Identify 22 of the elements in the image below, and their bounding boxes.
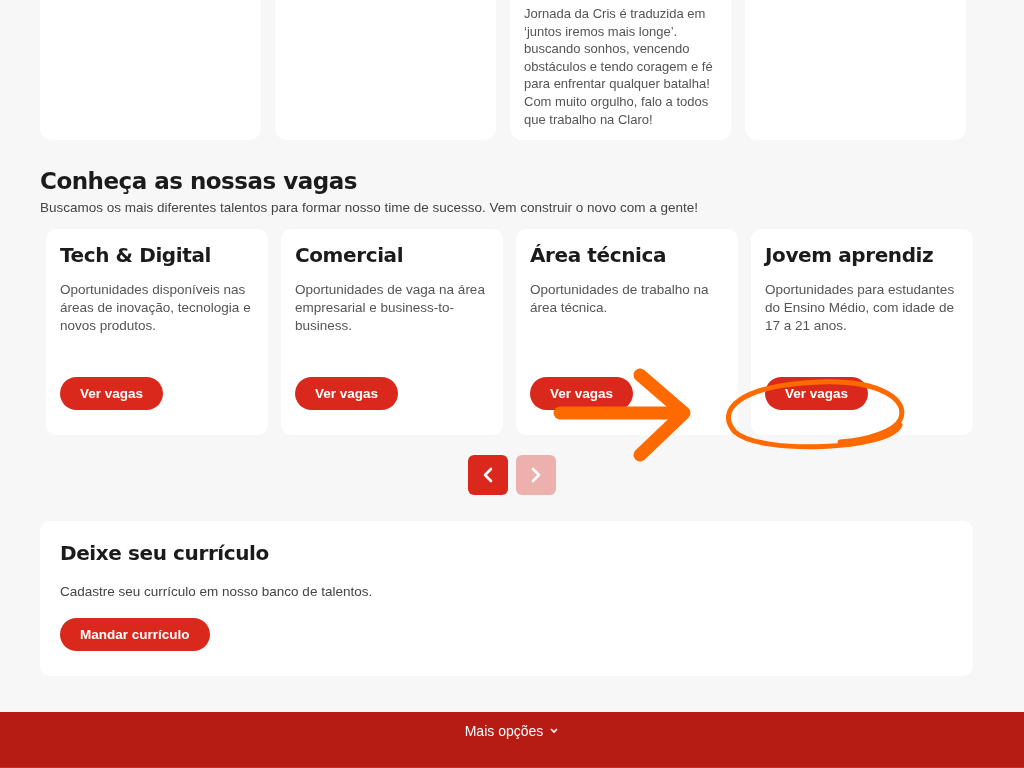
resume-title: Deixe seu currículo: [60, 541, 270, 565]
section-subtitle: Buscamos os mais diferentes talentos para formar nosso time de sucesso. Vem construir o novo com a gente!: [40, 200, 700, 215]
testimonial-text: Jornada da Cris é traduzida em ‘juntos iremos mais longe’. buscando sonhos, vencendo obstáculos e tendo coragem e fé para enfrentar qualquer batalha! Com muito orgulho, falo a todos que trabalho na Claro!: [524, 5, 714, 129]
view-jobs-button[interactable]: Ver vagas: [530, 377, 634, 410]
job-description: Oportunidades disponíveis nas áreas de inovação, tecnologia e novos produtos.: [60, 281, 252, 335]
resume-text: Cadastre seu currículo em nosso banco de talentos.: [60, 584, 374, 599]
job-title: Jovem aprendiz: [765, 243, 935, 267]
job-description: Oportunidades de vaga na área empresarial e business-to-business.: [295, 281, 486, 335]
job-description: Oportunidades para estudantes do Ensino Médio, com idade de 17 a 21 anos.: [765, 281, 956, 335]
view-jobs-button[interactable]: Ver vagas: [295, 377, 399, 410]
job-title: Área técnica: [530, 243, 667, 267]
job-title: Comercial: [295, 243, 405, 267]
more-options-button[interactable]: Mais opções: [464, 723, 560, 739]
view-jobs-button[interactable]: Ver vagas: [60, 377, 164, 410]
chevron-down-icon: [549, 727, 560, 735]
chevron-left-icon: [482, 467, 494, 483]
section-title: Conheça as nossas vagas: [40, 168, 358, 194]
job-title: Tech & Digital: [60, 243, 212, 267]
previous-button[interactable]: [468, 455, 508, 495]
send-resume-button[interactable]: Mandar currículo: [60, 618, 210, 651]
job-description: Oportunidades de trabalho na área técnica.: [530, 281, 710, 317]
chevron-right-icon: [530, 467, 542, 483]
